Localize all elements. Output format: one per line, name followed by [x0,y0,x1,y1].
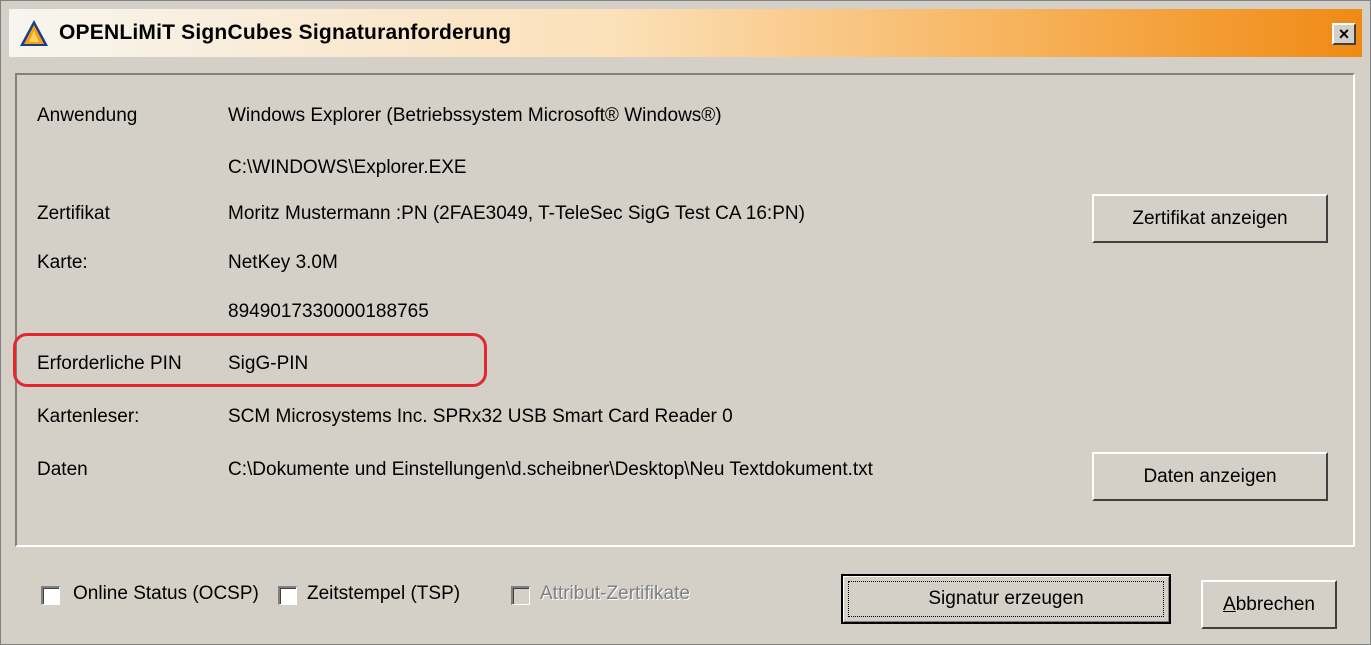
openlimit-logo-icon [20,20,48,46]
value-karte: NetKey 3.0M [228,252,338,273]
focus-rectangle [848,581,1164,617]
signature-request-dialog: OPENLiMiT SignCubes Signaturanforderung … [0,0,1371,645]
title-bar[interactable]: OPENLiMiT SignCubes Signaturanforderung … [9,9,1362,57]
value-kartenleser: SCM Microsystems Inc. SPRx32 USB Smart C… [228,406,733,427]
ocsp-checkbox[interactable] [41,586,60,605]
abbrechen-label: Abbrechen [1223,593,1315,615]
window-title: OPENLiMiT SignCubes Signaturanforderung [59,21,512,44]
label-karte: Karte: [37,252,88,273]
zertifikat-anzeigen-button[interactable]: Zertifikat anzeigen [1092,194,1328,243]
value-anwendung-path: C:\WINDOWS\Explorer.EXE [228,157,467,178]
ocsp-label[interactable]: Online Status (OCSP) [73,583,259,605]
abbrechen-button[interactable]: Abbrechen [1201,580,1337,629]
close-icon: × [1338,24,1350,44]
value-anwendung: Windows Explorer (Betriebssystem Microso… [228,105,722,126]
value-daten: C:\Dokumente und Einstellungen\d.scheibn… [228,459,873,480]
signatur-erzeugen-button[interactable]: Signatur erzeugen [841,574,1171,624]
label-kartenleser: Kartenleser: [37,406,140,427]
value-pin: SigG-PIN [228,353,309,374]
value-karte-number: 8949017330000188765 [228,301,429,322]
label-anwendung: Anwendung [37,105,138,126]
label-zertifikat: Zertifikat [37,203,110,224]
tsp-label[interactable]: Zeitstempel (TSP) [307,583,460,605]
label-pin: Erforderliche PIN [37,353,182,374]
close-button[interactable]: × [1332,23,1356,45]
label-daten: Daten [37,459,88,480]
zertifikat-anzeigen-label: Zertifikat anzeigen [1132,207,1288,229]
value-zertifikat: Moritz Mustermann :PN (2FAE3049, T-TeleS… [228,203,805,224]
attribut-zertifikate-checkbox [511,586,530,605]
tsp-checkbox[interactable] [278,586,297,605]
daten-anzeigen-button[interactable]: Daten anzeigen [1092,452,1328,501]
daten-anzeigen-label: Daten anzeigen [1143,465,1277,487]
attribut-zertifikate-label: Attribut-Zertifikate [540,583,690,604]
